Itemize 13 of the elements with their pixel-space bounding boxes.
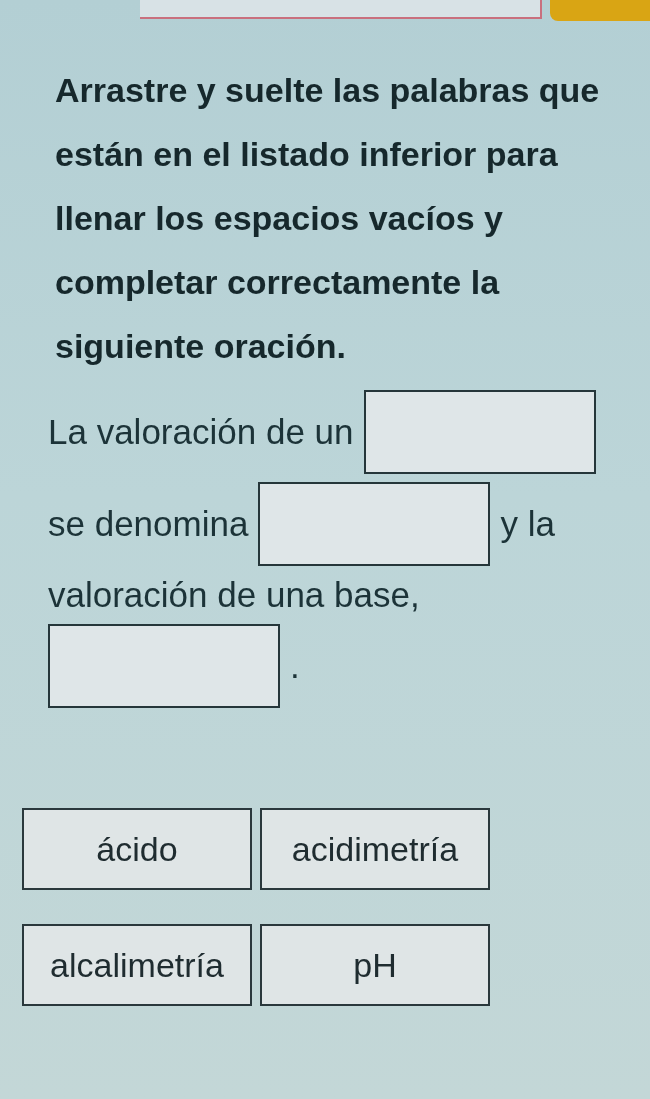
instructions-text: Arrastre y suelte las palabras que están en el listado inferior para llenar los espacios vacíos y completar correctamente la siguiente oración. xyxy=(55,70,601,367)
sentence-text: y la xyxy=(500,503,555,545)
sentence-text: valoración de una base, xyxy=(48,574,420,616)
answer-box[interactable] xyxy=(48,624,280,708)
answer-box[interactable] xyxy=(363,390,596,474)
answer-box[interactable] xyxy=(258,482,491,566)
sentence-text: La valoración de un xyxy=(48,411,354,453)
sentence-text: . xyxy=(290,645,300,687)
sentence-text: se denomina xyxy=(48,503,249,545)
word-tile[interactable]: alcalimetría xyxy=(22,924,252,1006)
word-tile[interactable]: pH xyxy=(260,924,490,1006)
word-tile[interactable]: acidimetría xyxy=(260,808,490,890)
word-tile[interactable]: ácido xyxy=(22,808,252,890)
